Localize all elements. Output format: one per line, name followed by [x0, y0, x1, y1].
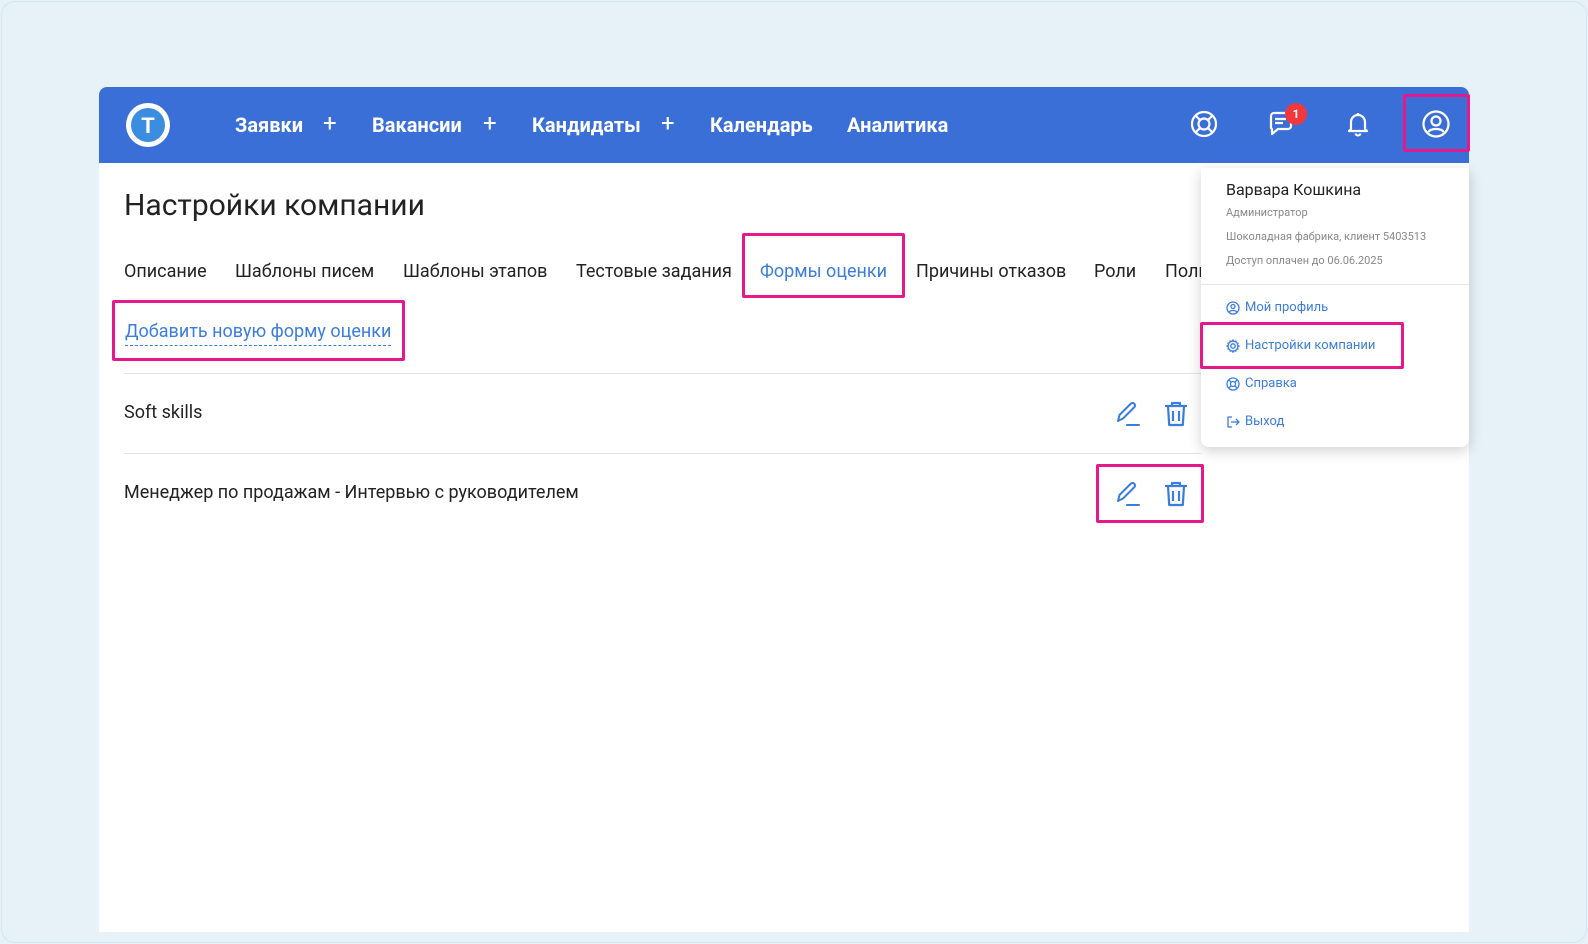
logo[interactable]: T — [124, 101, 172, 149]
tab-rejection-reasons[interactable]: Причины отказов — [916, 258, 1066, 286]
menu-item-label: Выход — [1245, 414, 1285, 429]
menu-item-label: Мой профиль — [1245, 300, 1329, 315]
settings-tabs: Описание Шаблоны писем Шаблоны этапов Те… — [124, 258, 1201, 288]
delete-trash-icon[interactable] — [1160, 478, 1192, 510]
add-evaluation-form-link[interactable]: Добавить новую форму оценки — [125, 319, 392, 346]
form-name: Менеджер по продажам - Интервью с руково… — [124, 482, 579, 503]
menu-item-logout[interactable]: Выход — [1226, 413, 1284, 431]
nav-analytics[interactable]: Аналитика — [847, 111, 948, 139]
access-paid-until: Доступ оплачен до 06.06.2025 — [1226, 254, 1383, 267]
user-role: Администратор — [1226, 206, 1308, 219]
divider — [1201, 284, 1469, 285]
top-navigation-bar: T Заявки + Вакансии + Кандидаты + Календ… — [99, 87, 1469, 163]
logout-icon — [1227, 416, 1240, 428]
logo-letter: T — [141, 113, 155, 138]
chat-unread-badge: 1 — [1285, 103, 1307, 125]
user-circle-icon — [1226, 301, 1240, 315]
user-dropdown-menu: Варвара Кошкина Администратор Шоколадная… — [1201, 168, 1469, 447]
tab-description[interactable]: Описание — [124, 258, 207, 286]
nav-calendar[interactable]: Календарь — [710, 111, 813, 139]
menu-item-label: Справка — [1245, 376, 1297, 391]
tab-test-tasks[interactable]: Тестовые задания — [576, 258, 732, 286]
menu-item-help[interactable]: Справка — [1226, 375, 1297, 393]
add-request-plus-icon[interactable]: + — [323, 109, 337, 137]
tab-roles[interactable]: Роли — [1094, 258, 1136, 286]
divider — [124, 453, 1201, 454]
page-title: Настройки компании — [124, 188, 425, 223]
lifebuoy-icon — [1226, 377, 1240, 391]
nav-vacancies[interactable]: Вакансии — [372, 111, 462, 139]
edit-icon[interactable] — [1111, 398, 1143, 430]
divider — [124, 373, 1201, 374]
menu-item-label: Настройки компании — [1245, 338, 1376, 353]
logo-icon: T — [126, 103, 170, 147]
user-name: Варвара Кошкина — [1226, 180, 1362, 199]
add-candidate-plus-icon[interactable]: + — [661, 109, 675, 137]
menu-item-my-profile[interactable]: Мой профиль — [1226, 299, 1328, 317]
tab-truncated[interactable]: Поли — [1165, 258, 1201, 286]
nav-candidates[interactable]: Кандидаты — [532, 111, 641, 139]
delete-trash-icon[interactable] — [1160, 398, 1192, 430]
edit-icon[interactable] — [1111, 478, 1143, 510]
user-profile-icon[interactable] — [1416, 104, 1456, 144]
tab-evaluation-forms[interactable]: Формы оценки — [760, 258, 887, 286]
bell-icon[interactable] — [1338, 104, 1378, 144]
gear-icon — [1226, 339, 1240, 353]
tab-email-templates[interactable]: Шаблоны писем — [235, 258, 374, 286]
nav-requests[interactable]: Заявки — [235, 111, 303, 139]
help-lifebuoy-icon[interactable] — [1184, 104, 1224, 144]
tab-stage-templates[interactable]: Шаблоны этапов — [403, 258, 547, 286]
add-vacancy-plus-icon[interactable]: + — [483, 109, 497, 137]
user-company: Шоколадная фабрика, клиент 5403513 — [1226, 230, 1427, 243]
form-name: Soft skills — [124, 402, 203, 423]
menu-item-company-settings[interactable]: Настройки компании — [1226, 337, 1375, 355]
